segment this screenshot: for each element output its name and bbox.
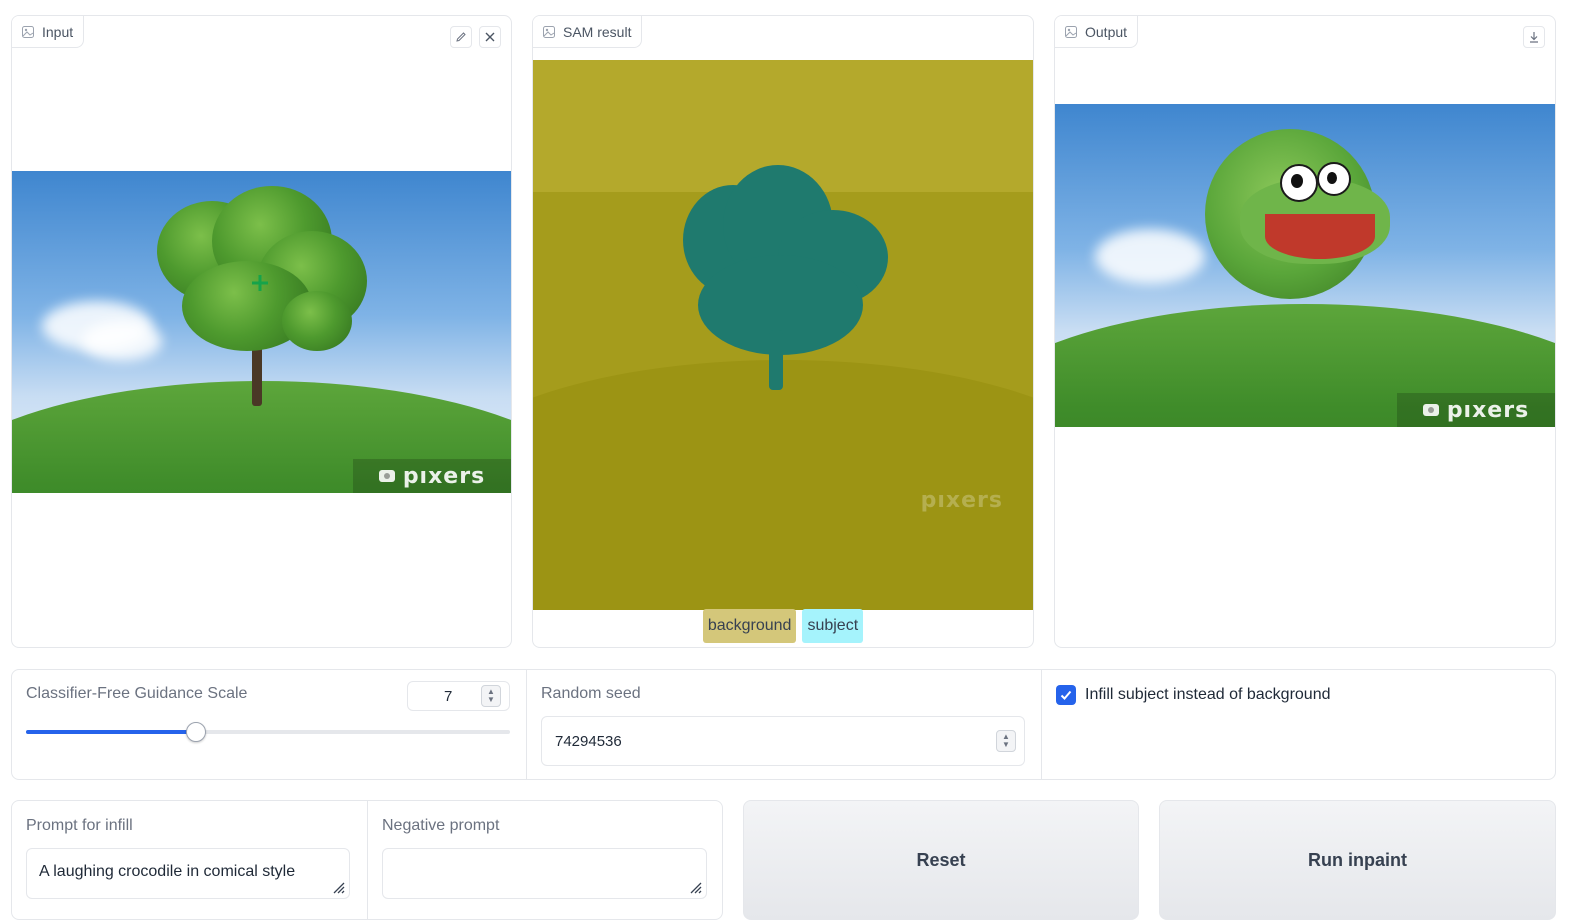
negative-prompt-textarea[interactable] [382, 848, 707, 899]
prompt-label: Prompt for infill [26, 817, 133, 834]
image-icon [1065, 25, 1077, 38]
seed-stepper-icon[interactable]: ▲ ▼ [996, 730, 1016, 752]
input-label-text: Input [42, 23, 74, 40]
random-seed-input[interactable]: 74294536 ▲ ▼ [541, 716, 1025, 766]
camera-icon [1422, 404, 1439, 416]
sam-image: pıxers [533, 60, 1033, 610]
output-image: pıxers [1055, 104, 1555, 427]
close-icon [485, 32, 495, 42]
camera-icon [378, 470, 395, 482]
cfg-slider-fill [26, 730, 196, 734]
cfg-scale-slider[interactable] [26, 722, 510, 742]
resize-handle-icon[interactable] [688, 880, 702, 894]
input-panel-label: Input [12, 16, 85, 48]
watermark: pıxers [920, 488, 1003, 513]
clear-button[interactable] [479, 26, 501, 48]
input-image[interactable]: pıxers [12, 171, 511, 493]
output-panel: Output pıxers [1054, 15, 1556, 648]
cfg-scale-number-input[interactable]: 7 ▲ ▼ [407, 681, 510, 711]
output-panel-label: Output [1055, 16, 1139, 48]
input-panel: Input pıxers [11, 15, 512, 648]
cfg-scale-label: Classifier-Free Guidance Scale [26, 685, 248, 702]
legend-subject: subject [802, 609, 864, 643]
infill-subject-checkbox[interactable] [1056, 685, 1076, 705]
sam-legend: background subject [533, 609, 1033, 643]
cfg-stepper-icon[interactable]: ▲ ▼ [481, 685, 501, 707]
reset-button[interactable]: Reset [743, 800, 1139, 920]
download-button[interactable] [1523, 26, 1545, 48]
resize-handle-icon[interactable] [331, 880, 345, 894]
random-seed-label: Random seed [541, 685, 641, 702]
infill-subject-label[interactable]: Infill subject instead of background [1085, 686, 1330, 704]
download-icon [1530, 32, 1538, 43]
negative-prompt-label: Negative prompt [382, 817, 500, 834]
sam-label-text: SAM result [563, 23, 632, 40]
legend-background: background [702, 609, 797, 643]
output-label-text: Output [1085, 23, 1128, 40]
prompt-textarea[interactable]: A laughing crocodile in comical style [26, 848, 350, 899]
pencil-icon [456, 32, 466, 42]
image-icon [22, 25, 34, 38]
edit-button[interactable] [450, 26, 472, 48]
sam-panel-label: SAM result [533, 16, 643, 48]
watermark: pıxers [1397, 393, 1555, 427]
sam-result-panel: SAM result pıxers background subject [532, 15, 1034, 648]
run-inpaint-button[interactable]: Run inpaint [1159, 800, 1556, 920]
checkmark-icon [1060, 690, 1072, 700]
image-icon [543, 25, 555, 38]
watermark: pıxers [353, 459, 511, 493]
point-marker-icon [252, 275, 268, 291]
